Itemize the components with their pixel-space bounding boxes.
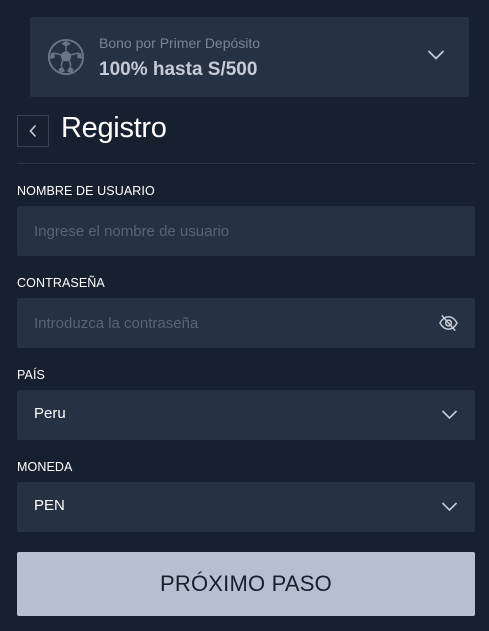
password-input[interactable] — [17, 298, 475, 348]
chevron-down-icon — [441, 410, 458, 420]
chevron-left-icon — [29, 124, 37, 138]
password-label: CONTRASEÑA — [17, 276, 105, 290]
username-label: NOMBRE DE USUARIO — [17, 184, 155, 198]
currency-value: PEN — [34, 497, 65, 514]
back-button[interactable] — [17, 115, 49, 147]
chevron-down-icon — [427, 50, 445, 60]
chevron-down-icon — [441, 502, 458, 512]
bonus-title: 100% hasta S/500 — [99, 59, 258, 80]
page-title: Registro — [61, 112, 167, 144]
currency-select[interactable]: PEN — [17, 482, 475, 532]
soccer-ball-icon — [47, 38, 85, 76]
currency-label: MONEDA — [17, 460, 73, 474]
eye-slash-icon[interactable] — [438, 313, 459, 333]
country-value: Peru — [34, 405, 66, 422]
username-input[interactable] — [17, 206, 475, 256]
next-step-button[interactable]: PRÓXIMO PASO — [17, 552, 475, 616]
country-label: PAÍS — [17, 368, 45, 382]
bonus-selector[interactable]: Bono por Primer Depósito 100% hasta S/50… — [30, 17, 469, 97]
divider — [17, 163, 475, 164]
bonus-subtitle: Bono por Primer Depósito — [99, 35, 261, 51]
country-select[interactable]: Peru — [17, 390, 475, 440]
password-field-box — [17, 298, 475, 348]
username-field-box — [17, 206, 475, 256]
